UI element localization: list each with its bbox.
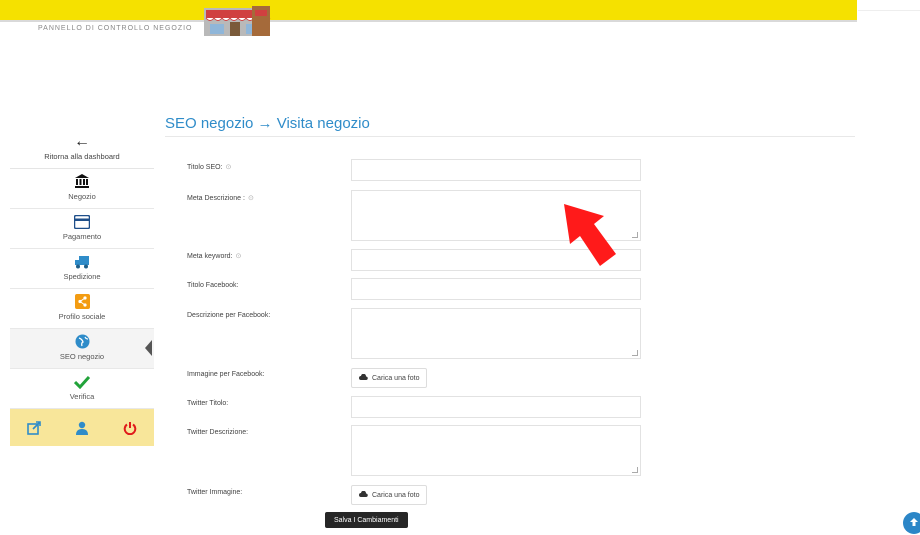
label-twitter-descrizione: Twitter Descrizione:	[187, 429, 249, 436]
sidebar: ← Ritorna alla dashboard Negozio Pagamen…	[10, 130, 154, 446]
sidebar-item-label: SEO negozio	[59, 352, 105, 361]
help-icon[interactable]: ⊙	[226, 164, 232, 171]
label-immagine-facebook: Immagine per Facebook:	[187, 371, 265, 378]
label-titolo-facebook: Titolo Facebook:	[187, 282, 239, 289]
page-title: SEO negozio → Visita negozio	[165, 115, 370, 132]
credit-card-icon	[10, 209, 154, 229]
sidebar-item-label: Profilo sociale	[58, 312, 106, 321]
truck-icon	[10, 249, 154, 269]
label-meta-descrizione: Meta Descrizione : ⊙	[187, 195, 254, 202]
sidebar-item-seo-negozio[interactable]: SEO negozio	[10, 329, 154, 369]
checkmark-icon	[10, 369, 154, 389]
globe-icon	[10, 329, 154, 349]
sidebar-item-label: Spedizione	[63, 272, 101, 281]
annotation-arrow-icon	[560, 200, 618, 270]
upload-label: Carica una foto	[372, 374, 420, 382]
power-icon[interactable]	[120, 418, 140, 438]
label-meta-keyword: Meta keyword: ⊙	[187, 253, 242, 260]
scroll-to-top-button[interactable]	[903, 512, 920, 534]
sidebar-item-label: Verifica	[69, 392, 95, 401]
header-divider-right	[858, 10, 920, 11]
header-bar	[0, 0, 857, 20]
twitter-descrizione-textarea[interactable]	[351, 425, 641, 476]
label-twitter-immagine: Twitter Immagine:	[187, 489, 243, 496]
shop-logo-icon[interactable]	[200, 6, 272, 38]
upload-label: Carica una foto	[372, 491, 420, 499]
help-icon[interactable]: ⊙	[248, 195, 254, 202]
sidebar-item-spedizione[interactable]: Spedizione	[10, 249, 154, 289]
sidebar-item-verifica[interactable]: Verifica	[10, 369, 154, 409]
save-changes-button[interactable]: Salva I Cambiamenti	[325, 512, 408, 528]
label-twitter-titolo: Twitter Titolo:	[187, 400, 229, 407]
cloud-upload-icon	[359, 490, 368, 500]
label-titolo-seo: Titolo SEO: ⊙	[187, 164, 232, 171]
label-descrizione-facebook: Descrizione per Facebook:	[187, 312, 271, 319]
sidebar-item-label: Pagamento	[62, 232, 102, 241]
sidebar-item-profilo-sociale[interactable]: Profilo sociale	[10, 289, 154, 329]
cloud-upload-icon	[359, 373, 368, 383]
titolo-seo-input[interactable]	[351, 159, 641, 181]
share-icon	[10, 289, 154, 309]
header-divider	[0, 20, 857, 22]
external-link-icon[interactable]	[24, 418, 44, 438]
back-to-dashboard-link[interactable]: ← Ritorna alla dashboard	[10, 130, 154, 169]
panel-title: PANNELLO DI CONTROLLO NEGOZIO	[38, 25, 193, 32]
sidebar-item-label: Negozio	[68, 192, 96, 201]
twitter-titolo-input[interactable]	[351, 396, 641, 418]
upload-twitter-image-button[interactable]: Carica una foto	[351, 485, 428, 505]
arrow-up-icon	[909, 514, 919, 532]
titolo-facebook-input[interactable]	[351, 278, 641, 300]
sidebar-footer	[10, 409, 154, 446]
bank-icon	[10, 169, 154, 189]
upload-facebook-image-button[interactable]: Carica una foto	[351, 368, 428, 388]
help-icon[interactable]: ⊙	[236, 253, 242, 260]
sidebar-item-negozio[interactable]: Negozio	[10, 169, 154, 209]
arrow-left-icon: ←	[74, 133, 90, 150]
title-divider	[165, 136, 855, 137]
sidebar-item-pagamento[interactable]: Pagamento	[10, 209, 154, 249]
back-label: Ritorna alla dashboard	[44, 152, 120, 161]
descrizione-facebook-textarea[interactable]	[351, 308, 641, 359]
user-icon[interactable]	[72, 418, 92, 438]
